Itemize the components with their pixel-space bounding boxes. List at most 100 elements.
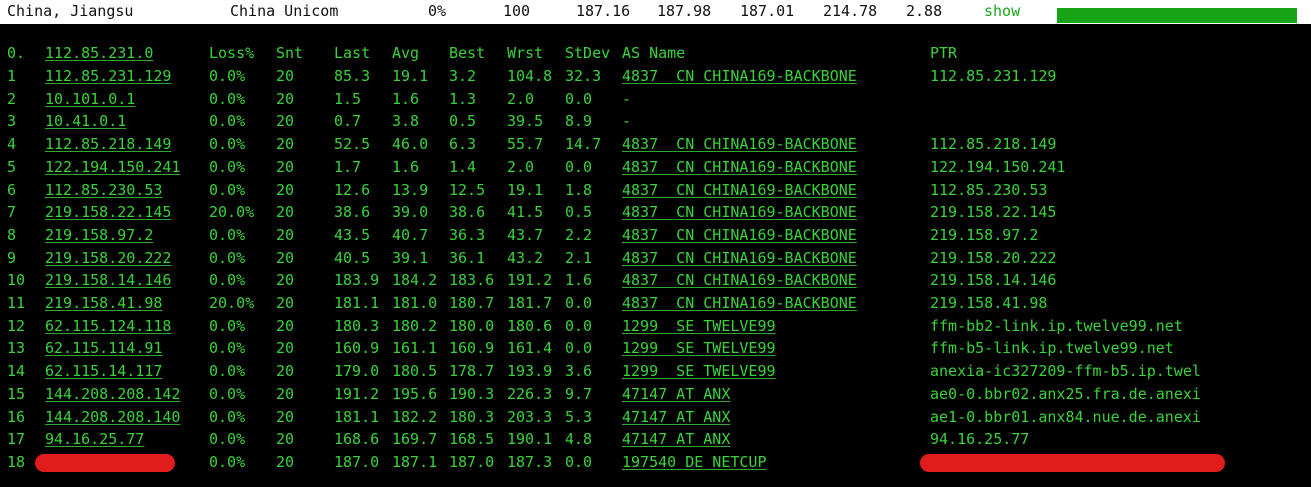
hop-host-link[interactable]: 219.158.20.222 [45, 249, 171, 267]
hop-host-link[interactable]: 219.158.41.98 [45, 294, 162, 312]
hop-host-link[interactable]: 112.85.218.149 [45, 135, 171, 153]
hop-stdev: 0.0 [565, 158, 593, 176]
hop-wrst: 41.5 [507, 203, 544, 221]
table-row: 18 0.0% 20 187.0 187.1 187.0 187.3 0.0 197540 DE… [0, 451, 1311, 474]
hop-last: 1.7 [334, 158, 362, 176]
hop-last: 181.1 [334, 294, 380, 312]
hop-wrst: 226.3 [507, 385, 553, 403]
hop-loss: 0.0% [209, 408, 246, 426]
header-target-link[interactable]: 112.85.231.0 [45, 44, 153, 62]
hop-as-link[interactable]: 4837 CN CHINA169-BACKBONE [622, 67, 857, 85]
hop-as-link[interactable]: 4837 CN CHINA169-BACKBONE [622, 135, 857, 153]
summary-sent: 100 [503, 2, 531, 20]
hop-host-link[interactable]: 94.16.25.77 [45, 430, 144, 448]
hop-stdev: 2.2 [565, 226, 593, 244]
hop-as-link[interactable]: 4837 CN CHINA169-BACKBONE [622, 249, 857, 267]
table-row: 1 112.85.231.129 0.0% 20 85.3 19.1 3.2 104.8 32.… [0, 65, 1311, 88]
hop-as-link[interactable]: 1299 SE TWELVE99 [622, 317, 776, 335]
hop-loss: 0.0% [209, 135, 246, 153]
redacted-host-mark [35, 454, 175, 472]
hop-host-link[interactable]: 122.194.150.241 [45, 158, 180, 176]
hop-as-link[interactable]: 4837 CN CHINA169-BACKBONE [622, 226, 857, 244]
hop-host-link[interactable]: 219.158.14.146 [45, 271, 171, 289]
hop-host-link[interactable]: 144.208.208.140 [45, 408, 180, 426]
hop-host-link[interactable]: 62.115.14.117 [45, 362, 162, 380]
summary-last: 187.16 [576, 2, 631, 20]
hop-ptr: 219.158.20.222 [930, 249, 1057, 267]
hop-host-link[interactable]: 112.85.230.53 [45, 181, 162, 199]
hop-wrst: 2.0 [507, 90, 535, 108]
hop-loss: 0.0% [209, 67, 246, 85]
summary-loss: 0% [428, 2, 447, 20]
hop-stdev: 3.6 [565, 362, 593, 380]
hop-host-link[interactable]: 10.41.0.1 [45, 112, 126, 130]
header-as-name: AS Name [622, 44, 686, 62]
hop-best: 178.7 [449, 362, 495, 380]
hop-last: 43.5 [334, 226, 371, 244]
hop-ptr: 112.85.231.129 [930, 67, 1057, 85]
table-row: 5 122.194.150.241 0.0% 20 1.7 1.6 1.4 2.0 0.0 483… [0, 156, 1311, 179]
summary-isp: China Unicom [230, 2, 339, 20]
hop-as-link: - [622, 90, 632, 108]
header-last: Last [334, 44, 371, 62]
header-stdev: StDev [565, 44, 611, 62]
hop-as-link[interactable]: 4837 CN CHINA169-BACKBONE [622, 294, 857, 312]
hop-best: 180.7 [449, 294, 495, 312]
hop-host-link[interactable]: 219.158.22.145 [45, 203, 171, 221]
hop-best: 0.5 [449, 112, 477, 130]
hop-snt: 20 [276, 408, 295, 426]
hop-avg: 39.0 [392, 203, 429, 221]
hop-snt: 20 [276, 67, 295, 85]
hop-loss: 0.0% [209, 362, 246, 380]
header-snt: Snt [276, 44, 304, 62]
hop-host-link[interactable]: 144.208.208.142 [45, 385, 180, 403]
hop-as-link[interactable]: 1299 SE TWELVE99 [622, 339, 776, 357]
hop-wrst: 55.7 [507, 135, 544, 153]
show-toggle-link[interactable]: show [984, 2, 1020, 20]
hop-host-link[interactable]: 112.85.231.129 [45, 67, 171, 85]
hop-as-link[interactable]: 47147 AT ANX [622, 385, 730, 403]
hop-loss: 20.0% [209, 294, 255, 312]
hop-as-link[interactable]: 1299 SE TWELVE99 [622, 362, 776, 380]
hop-ptr: ffm-bb2-link.ip.twelve99.net [930, 317, 1183, 335]
hop-snt: 20 [276, 385, 295, 403]
hop-index: 7 [7, 203, 17, 221]
hop-ptr: 219.158.14.146 [930, 271, 1057, 289]
hop-as-link[interactable]: 4837 CN CHINA169-BACKBONE [622, 158, 857, 176]
hop-last: 40.5 [334, 249, 371, 267]
hop-snt: 20 [276, 430, 295, 448]
hop-wrst: 187.3 [507, 453, 553, 471]
hop-avg: 3.8 [392, 112, 420, 130]
hop-index: 5 [7, 158, 17, 176]
hop-best: 38.6 [449, 203, 486, 221]
hop-as-link[interactable]: 4837 CN CHINA169-BACKBONE [622, 181, 857, 199]
hop-as-link[interactable]: 47147 AT ANX [622, 408, 730, 426]
hop-avg: 169.7 [392, 430, 438, 448]
hop-host-link[interactable]: 219.158.97.2 [45, 226, 153, 244]
hop-as-link[interactable]: 47147 AT ANX [622, 430, 730, 448]
hop-snt: 20 [276, 203, 295, 221]
hop-ptr: 219.158.97.2 [930, 226, 1039, 244]
redacted-ptr-mark [920, 454, 1225, 472]
table-row: 10 219.158.14.146 0.0% 20 183.9 184.2 183.6 191… [0, 269, 1311, 292]
hop-wrst: 191.2 [507, 271, 553, 289]
hop-index: 9 [7, 249, 17, 267]
hop-host-link[interactable]: 10.101.0.1 [45, 90, 135, 108]
hop-best: 3.2 [449, 67, 477, 85]
hop-host-link[interactable]: 62.115.124.118 [45, 317, 171, 335]
hop-as-link[interactable]: 4837 CN CHINA169-BACKBONE [622, 271, 857, 289]
hop-as-link[interactable]: 197540 DE NETCUP [622, 453, 767, 471]
hop-last: 183.9 [334, 271, 380, 289]
hop-as-link[interactable]: 4837 CN CHINA169-BACKBONE [622, 203, 857, 221]
table-row: 2 10.101.0.1 0.0% 20 1.5 1.6 1.3 2.0 0.0 - [0, 88, 1311, 111]
hop-best: 168.5 [449, 430, 495, 448]
table-row: 13 62.115.114.91 0.0% 20 160.9 161.1 160.9 161.… [0, 337, 1311, 360]
hop-stdev: 1.6 [565, 271, 593, 289]
table-row: 11 219.158.41.98 20.0% 20 181.1 181.0 180.7 181… [0, 292, 1311, 315]
table-row: 8 219.158.97.2 0.0% 20 43.5 40.7 36.3 43.7 2.2 48… [0, 224, 1311, 247]
hop-last: 38.6 [334, 203, 371, 221]
hop-snt: 20 [276, 158, 295, 176]
hop-snt: 20 [276, 339, 295, 357]
hop-loss: 0.0% [209, 112, 246, 130]
hop-host-link[interactable]: 62.115.114.91 [45, 339, 162, 357]
